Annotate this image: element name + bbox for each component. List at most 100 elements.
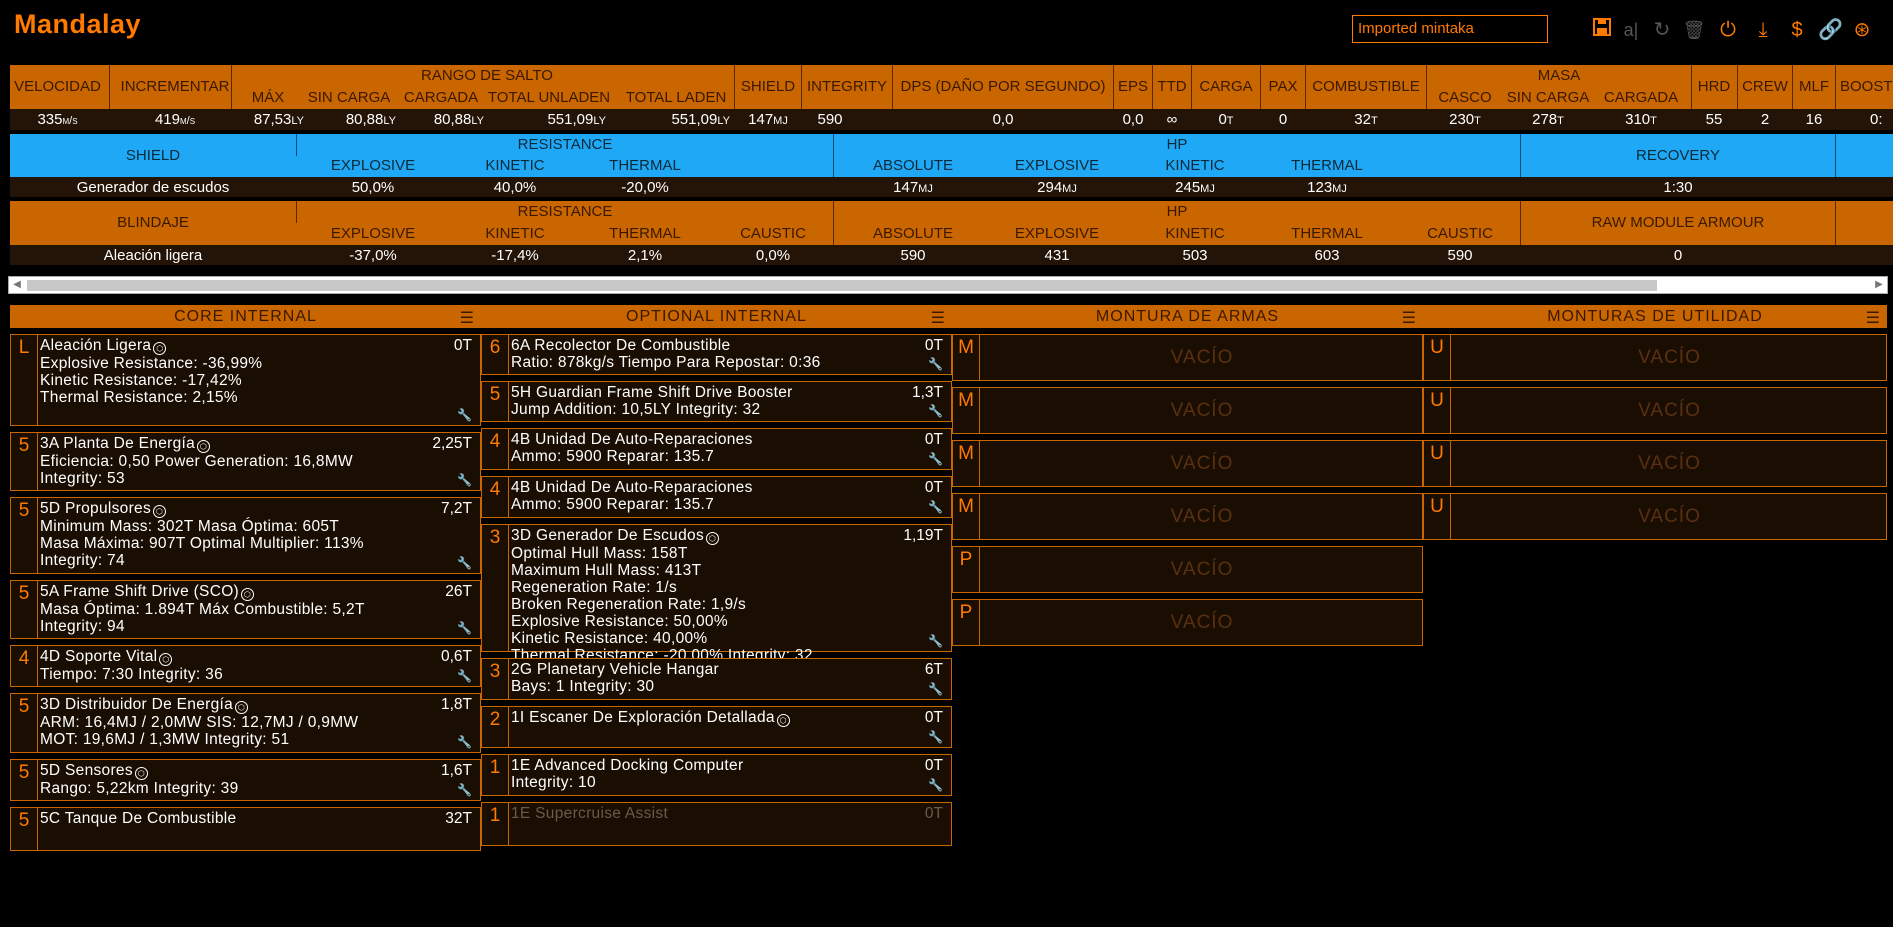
wrench-icon[interactable]: 🔧	[928, 452, 943, 466]
optional-internal-header[interactable]: OPTIONAL INTERNAL ☰	[481, 305, 952, 328]
module-slot[interactable]: 4 4B Unidad De Auto-Reparaciones Ammo: 590…	[481, 476, 952, 518]
empty-mount-slot[interactable]: P VACÍO	[952, 599, 1423, 646]
module-slot[interactable]: 5 5D Propulsores ⬡ Minimum Mass: 302T Masa …	[10, 497, 481, 574]
empty-mount-slot[interactable]: P VACÍO	[952, 546, 1423, 593]
module-slot[interactable]: 5 5C Tanque De Combustible 32T	[10, 807, 481, 851]
armour-hp-kinetic-label: KINETIC	[1165, 225, 1225, 242]
module-name-text: 1E Supercruise Assist	[511, 805, 669, 822]
module-slot[interactable]: 5 3A Planta De Energía ⬡ Eficiencia: 0,50 P…	[10, 432, 481, 491]
module-name: 4B Unidad De Auto-Reparaciones	[511, 431, 947, 448]
wrench-icon[interactable]: 🔧	[457, 669, 472, 683]
filter-icon[interactable]: ☰	[460, 307, 475, 330]
header-carga: CARGA	[1199, 78, 1253, 95]
empty-mount-slot[interactable]: M VACÍO	[952, 493, 1423, 540]
header-max: MÁX	[251, 89, 285, 106]
wrench-icon[interactable]: 🔧	[928, 682, 943, 696]
slot-class: 4	[11, 646, 38, 686]
weapon-mounts-header[interactable]: MONTURA DE ARMAS ☰	[952, 305, 1423, 328]
value-mlf: 16	[1805, 111, 1823, 128]
module-details: 5H Guardian Frame Shift Drive Booster Jum…	[511, 384, 947, 418]
core-internal-header[interactable]: CORE INTERNAL ☰	[10, 305, 481, 328]
wrench-icon[interactable]: 🔧	[928, 730, 943, 744]
module-slot[interactable]: 3 3D Generador De Escudos ⬡ Optimal Hull Ma…	[481, 524, 952, 664]
header-cargada: CARGADA	[403, 89, 479, 106]
wrench-icon[interactable]: 🔧	[457, 735, 472, 749]
module-slot[interactable]: 3 2G Planetary Vehicle Hangar Bays: 1 Inte…	[481, 658, 952, 700]
cost-icon[interactable]: $	[1785, 17, 1809, 43]
delete-icon[interactable]: 🗑	[1682, 17, 1706, 43]
export-icon[interactable]: ⤓	[1751, 17, 1775, 43]
module-details: 5C Tanque De Combustible	[40, 810, 476, 827]
module-slot[interactable]: 5 5H Guardian Frame Shift Drive Booster Ju…	[481, 381, 952, 422]
module-slot[interactable]: 4 4B Unidad De Auto-Reparaciones Ammo: 590…	[481, 428, 952, 470]
link-icon[interactable]: 🔗	[1818, 17, 1843, 43]
module-name: 3D Generador De Escudos ⬡	[511, 527, 947, 545]
engineered-icon: ⬡	[134, 767, 148, 780]
module-name: 1I Escaner De Exploración Detallada ⬡	[511, 709, 947, 727]
module-slot[interactable]: L Aleación Ligera ⬡ Explosive Resistance: -…	[10, 334, 481, 426]
wrench-icon[interactable]: 🔧	[457, 556, 472, 570]
module-mass: 0T	[924, 805, 943, 822]
module-mass: 0T	[924, 479, 943, 496]
module-mass: 32T	[445, 810, 472, 827]
wrench-icon[interactable]: 🔧	[928, 404, 943, 418]
armour-hp-kinetic: 503	[1182, 247, 1208, 264]
horizontal-scrollbar[interactable]: ◀ ▶	[8, 276, 1888, 294]
module-slot[interactable]: 5 5D Sensores ⬡ Rango: 5,22km Integrity: 39…	[10, 759, 481, 801]
power-icon[interactable]: ⏻	[1716, 17, 1740, 43]
wrench-icon[interactable]: 🔧	[928, 778, 943, 792]
empty-mount-slot[interactable]: M VACÍO	[952, 440, 1423, 487]
armour-name: Aleación ligera	[103, 247, 203, 264]
compare-icon[interactable]: ⊛	[1850, 17, 1874, 43]
wrench-icon[interactable]: 🔧	[928, 357, 943, 371]
module-name-text: 1I Escaner De Exploración Detallada	[511, 709, 775, 726]
slot-class: 5	[11, 498, 38, 573]
utility-mounts-header[interactable]: MONTURAS DE UTILIDAD ☰	[1423, 305, 1887, 328]
armour-hp-label: HP	[1166, 203, 1188, 220]
build-name-input[interactable]: Imported mintaka	[1352, 15, 1548, 43]
wrench-icon[interactable]: 🔧	[928, 500, 943, 514]
empty-mount-slot[interactable]: M VACÍO	[952, 387, 1423, 434]
empty-mount-slot[interactable]: U VACÍO	[1423, 440, 1887, 487]
armour-header-row: BLINDAJE RESISTANCE EXPLOSIVE KINETIC TH…	[10, 201, 1893, 245]
filter-icon[interactable]: ☰	[1402, 307, 1417, 330]
wrench-icon[interactable]: 🔧	[928, 634, 943, 648]
module-slot[interactable]: 5 3D Distribuidor De Energía ⬡ ARM: 16,4MJ …	[10, 693, 481, 753]
module-details: 5D Sensores ⬡ Rango: 5,22km Integrity: 39	[40, 762, 476, 797]
wrench-icon[interactable]: 🔧	[457, 473, 472, 487]
filter-icon[interactable]: ☰	[1866, 307, 1881, 330]
wrench-icon[interactable]: 🔧	[457, 783, 472, 797]
header-dps: DPS (DAÑO POR SEGUNDO)	[900, 78, 1106, 95]
shield-hp-kinetic: 245MJ	[1175, 179, 1215, 196]
module-name: 3A Planta De Energía ⬡	[40, 435, 476, 453]
empty-mount-slot[interactable]: M VACÍO	[952, 334, 1423, 381]
empty-mount-slot[interactable]: U VACÍO	[1423, 334, 1887, 381]
module-details: Aleación Ligera ⬡ Explosive Resistance: -3…	[40, 337, 476, 406]
module-stat-line: Eficiencia: 0,50 Power Generation: 16,8M…	[40, 453, 353, 470]
wrench-icon[interactable]: 🔧	[457, 408, 472, 422]
module-stat-line: Masa Óptima: 1.894T Máx Combustible: 5,2…	[40, 601, 365, 618]
scroll-left-icon[interactable]: ◀	[9, 277, 25, 293]
module-stat-line: Minimum Mass: 302T Masa Óptima: 605T	[40, 518, 340, 535]
scroll-thumb[interactable]	[27, 280, 1657, 291]
shield-title: SHIELD	[125, 147, 181, 164]
empty-label: VACÍO	[1170, 399, 1234, 421]
save-icon[interactable]	[1590, 17, 1614, 43]
module-slot[interactable]: 5 5A Frame Shift Drive (SCO) ⬡ Masa Óptima:…	[10, 580, 481, 639]
module-slot[interactable]: 6 6A Recolector De Combustible Ratio: 878k…	[481, 334, 952, 375]
reload-icon[interactable]: ↻	[1650, 17, 1674, 43]
slot-class: 5	[11, 433, 38, 490]
rename-icon[interactable]: a|	[1619, 17, 1643, 43]
empty-mount-slot[interactable]: U VACÍO	[1423, 493, 1887, 540]
module-mass: 1,8T	[440, 696, 472, 713]
module-stat-line: Ammo: 5900 Reparar: 135.7	[511, 448, 715, 465]
filter-icon[interactable]: ☰	[931, 307, 946, 330]
module-slot[interactable]: 2 1I Escaner De Exploración Detallada ⬡ 0T 🔧	[481, 706, 952, 748]
module-slot[interactable]: 4 4D Soporte Vital ⬡ Tiempo: 7:30 Integrity…	[10, 645, 481, 687]
module-stat-line: Rango: 5,22km Integrity: 39	[40, 780, 239, 797]
module-slot[interactable]: 1 1E Supercruise Assist 0T	[481, 802, 952, 846]
module-slot[interactable]: 1 1E Advanced Docking Computer Integrity: …	[481, 754, 952, 796]
empty-mount-slot[interactable]: U VACÍO	[1423, 387, 1887, 434]
scroll-right-icon[interactable]: ▶	[1871, 277, 1887, 293]
wrench-icon[interactable]: 🔧	[457, 621, 472, 635]
